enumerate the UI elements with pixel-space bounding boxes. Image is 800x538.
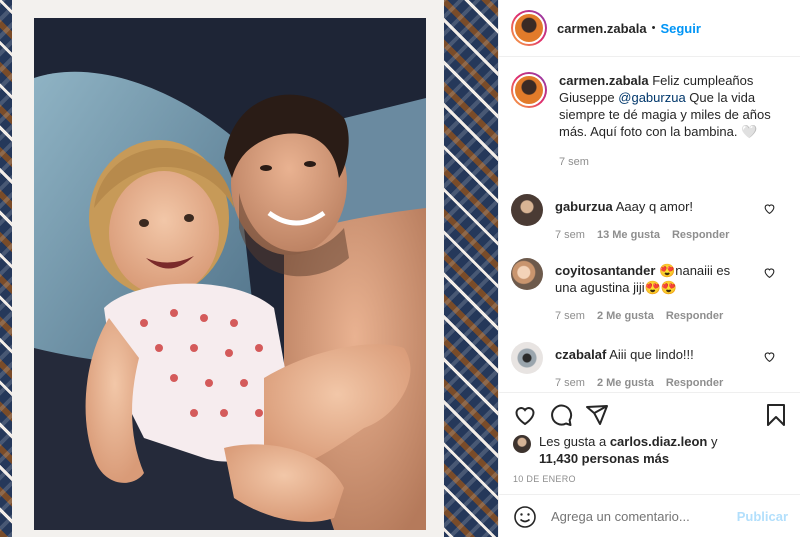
comment-avatar[interactable] [511,194,543,226]
author-username[interactable]: carmen.zabala [557,21,647,36]
comment-time[interactable]: 7 sem [555,310,585,322]
comment-meta: 7 sem 2 Me gusta Responder [555,308,755,325]
comment-body: gaburzua Aaay q amor! 7 sem 13 Me gusta Re… [555,198,755,244]
comment-body: coyitosantander 😍nanaiii es una agustina… [555,262,755,325]
add-comment-bar: Publicar [499,494,800,538]
small-heart-icon[interactable] [763,350,776,363]
comment-reply-button[interactable]: Responder [672,229,729,241]
comment-item: coyitosantander 😍nanaiii es una agustina… [511,258,788,325]
comment-item: gaburzua Aaay q amor! 7 sem 13 Me gusta Re… [511,194,788,244]
comment-body: czabalaf Aiii que lindo!!! 7 sem 2 Me gus… [555,346,755,392]
caption-mention[interactable]: @gaburzua [618,90,685,105]
likes-text: Les gusta a carlos.diaz.leon y 11,430 pe… [539,433,718,467]
follow-button[interactable]: Seguir [660,21,700,36]
caption-time[interactable]: 7 sem [559,156,589,168]
comment-reply-button[interactable]: Responder [666,310,723,322]
caption-body: carmen.zabala Feliz cumpleaños Giuseppe … [559,72,779,171]
heart-icon[interactable] [513,403,537,427]
bookmark-icon[interactable] [764,403,788,427]
comment-meta: 7 sem 13 Me gusta Responder [555,227,755,244]
photo-illustration [34,18,426,530]
action-bar [499,392,800,437]
small-heart-icon[interactable] [763,266,776,279]
post-caption: carmen.zabala Feliz cumpleaños Giuseppe … [499,72,800,171]
comment-text: Aaay q amor! [615,199,694,214]
liker-username[interactable]: carlos.diaz.leon [610,434,708,449]
post-photo[interactable] [0,0,498,537]
comment-input[interactable] [549,508,723,525]
author-avatar[interactable] [511,10,547,46]
comment-username[interactable]: coyitosantander [555,263,655,278]
post-sidebar: carmen.zabala • Seguir carmen.zabala Fel… [498,0,800,537]
comment-likes[interactable]: 2 Me gusta [597,310,654,322]
likes-count[interactable]: 11,430 personas más [539,451,669,466]
comment-username[interactable]: gaburzua [555,199,613,214]
publish-button[interactable]: Publicar [737,509,788,524]
comment-avatar[interactable] [511,342,543,374]
small-heart-icon[interactable] [763,202,776,215]
comment-username[interactable]: czabalaf [555,347,606,362]
comment-item: czabalaf Aiii que lindo!!! 7 sem 2 Me gus… [511,342,788,392]
caption-username[interactable]: carmen.zabala [559,73,649,88]
comment-reply-button[interactable]: Responder [666,377,723,389]
comment-icon[interactable] [549,403,573,427]
comment-avatar[interactable] [511,258,543,290]
post-date[interactable]: 10 DE ENERO [513,474,576,484]
post-header: carmen.zabala • Seguir [499,0,800,57]
comments-section: carmen.zabala Feliz cumpleaños Giuseppe … [499,72,800,171]
liker-avatar[interactable] [513,435,531,453]
likes-prefix: Les gusta a [539,434,610,449]
photo-image [34,18,426,530]
caption-meta: 7 sem [559,154,779,171]
share-icon[interactable] [585,403,609,427]
comment-likes[interactable]: 2 Me gusta [597,377,654,389]
comment-meta: 7 sem 2 Me gusta Responder [555,375,755,392]
instagram-post-view: carmen.zabala • Seguir carmen.zabala Fel… [0,0,800,537]
comment-likes[interactable]: 13 Me gusta [597,229,660,241]
polaroid-frame [12,0,444,537]
likes-summary: Les gusta a carlos.diaz.leon y 11,430 pe… [513,433,788,467]
emoji-icon[interactable] [513,505,537,529]
comment-text: Aiii que lindo!!! [609,347,694,362]
likes-middle: y [707,434,718,449]
separator-dot: • [651,22,656,34]
caption-avatar[interactable] [511,72,547,108]
comment-time[interactable]: 7 sem [555,229,585,241]
comment-time[interactable]: 7 sem [555,377,585,389]
